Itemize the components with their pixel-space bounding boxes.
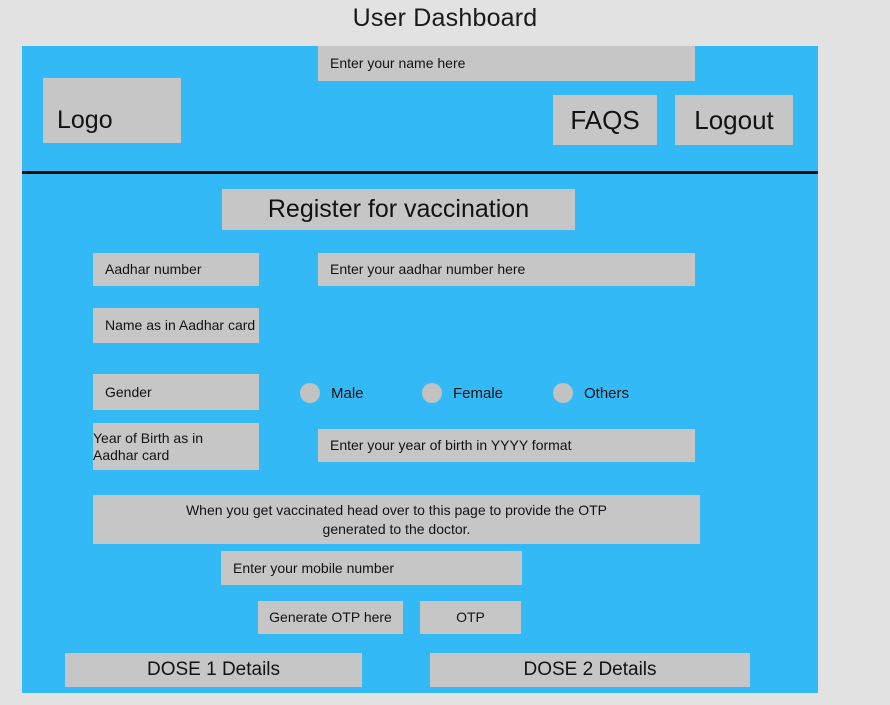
year-of-birth-placeholder: Enter your year of birth in YYYY format [330,437,572,454]
gender-radio-female-label: Female [453,384,504,402]
gender-radio-male[interactable]: Male [300,383,364,403]
dose1-details-button[interactable]: DOSE 1 Details [65,653,362,687]
gender-radio-others[interactable]: Others [553,383,629,403]
dose2-details-label: DOSE 2 Details [523,658,657,680]
mobile-number-placeholder: Enter your mobile number [233,559,395,576]
aadhar-number-label-text: Aadhar number [105,261,202,278]
app-panel: Logo FAQS Logout Register for vaccinatio… [22,46,818,693]
year-of-birth-label-line2: Aadhar card [93,446,170,463]
otp-notice-line1: When you get vaccinated head over to thi… [185,501,608,518]
aadhar-number-input[interactable]: Enter your aadhar number here [318,253,695,286]
logout-button[interactable]: Logout [675,95,793,145]
gender-label-text: Gender [105,383,152,400]
otp-notice: When you get vaccinated head over to thi… [93,495,700,544]
header-divider [22,171,818,174]
name-label-text: Name as in Aadhar card [105,317,256,334]
aadhar-number-placeholder: Enter your aadhar number here [330,261,526,278]
faqs-button[interactable]: FAQS [553,95,657,145]
logo-label: Logo [57,105,113,134]
otp-placeholder: OTP [456,609,485,626]
gender-radio-male-label: Male [331,384,364,402]
generate-otp-button[interactable]: Generate OTP here [258,601,403,634]
radio-circle-icon [553,383,573,403]
register-banner-title: Register for vaccination [267,194,530,223]
mobile-number-input[interactable]: Enter your mobile number [221,551,522,585]
otp-notice-line2: generated to the doctor. [322,520,471,537]
dose1-details-label: DOSE 1 Details [146,658,281,680]
gender-radio-others-label: Others [584,384,630,402]
aadhar-number-label: Aadhar number [93,253,259,286]
faqs-label: FAQS [570,104,640,135]
name-placeholder: Enter your name here [330,55,466,72]
gender-label: Gender [93,374,259,410]
generate-otp-label: Generate OTP here [269,609,392,626]
name-input[interactable]: Enter your name here [318,46,695,81]
gender-radio-female[interactable]: Female [422,383,503,403]
logo-box[interactable]: Logo [43,78,181,143]
register-banner: Register for vaccination [222,189,575,230]
radio-circle-icon [300,383,320,403]
name-label: Name as in Aadhar card [93,308,259,343]
year-of-birth-input[interactable]: Enter your year of birth in YYYY format [318,429,695,462]
page-title: User Dashboard [352,4,538,32]
year-of-birth-label: Year of Birth as in Aadhar card [93,423,259,470]
otp-input[interactable]: OTP [420,601,521,634]
dose2-details-button[interactable]: DOSE 2 Details [430,653,750,687]
year-of-birth-label-line1: Year of Birth as in [93,429,203,446]
logout-label: Logout [694,104,774,135]
radio-circle-icon [422,383,442,403]
